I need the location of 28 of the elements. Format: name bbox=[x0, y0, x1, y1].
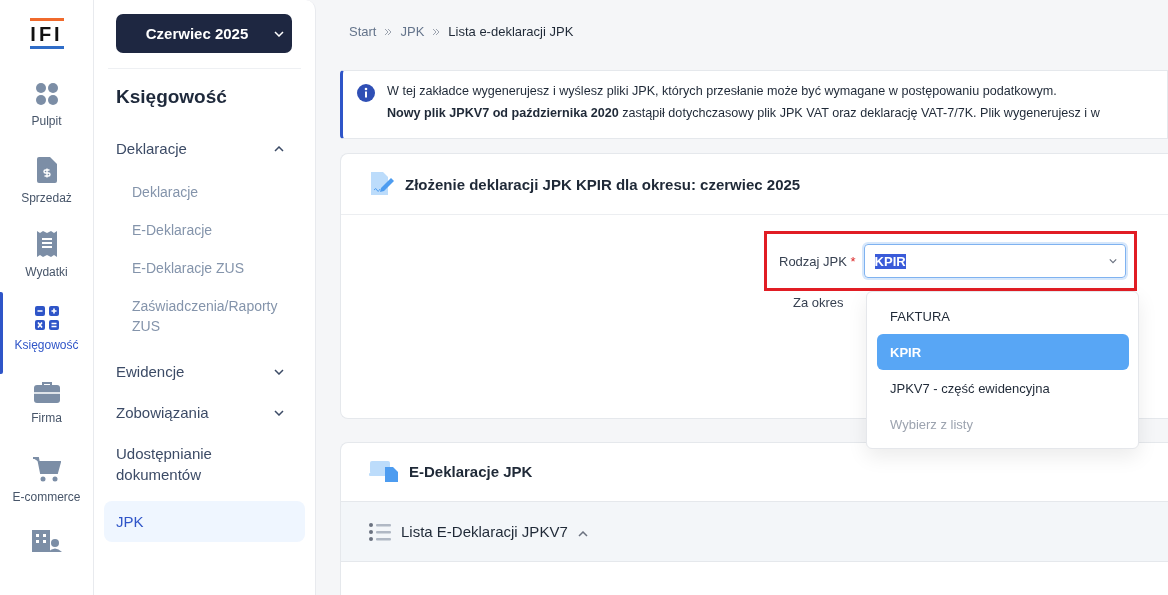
rail-nav-item[interactable]: E-commerce bbox=[0, 445, 93, 521]
sidebar-menu-item[interactable]: Zobowiązania bbox=[104, 392, 305, 433]
section-title: Lista E-Deklaracji JPKV7 bbox=[401, 523, 568, 540]
field-label: Za okres bbox=[793, 295, 844, 310]
breadcrumb-link[interactable]: JPK bbox=[400, 24, 425, 39]
period-select-button[interactable]: Czerwiec 2025 bbox=[116, 14, 292, 53]
info-text: Nowy plik JPKV7 od października 2020 zastąpił dotychczasowy plik JPK VAT oraz deklarację VAT-7/7K. Plik wygenerujesz i w bbox=[387, 106, 1100, 120]
sidebar-menu-item[interactable]: JPK bbox=[104, 501, 305, 542]
rail-nav-item[interactable]: Księgowość bbox=[0, 296, 93, 371]
sidebar-menu-item[interactable]: Deklaracje bbox=[104, 128, 305, 169]
rail-nav-item[interactable]: Firma bbox=[0, 370, 93, 446]
card-title: Złożenie deklaracji JPK KPIR dla okresu: czerwiec 2025 bbox=[405, 175, 801, 193]
sidebar-menu-item[interactable]: Ewidencje bbox=[104, 351, 305, 392]
rail-nav-item[interactable]: Pulpit bbox=[0, 72, 93, 147]
app-logo: IFI bbox=[29, 18, 64, 50]
sidebar-menu-item[interactable]: Udostępnianie dokumentów bbox=[104, 433, 305, 495]
jpk-type-select[interactable]: KPIR bbox=[863, 244, 1126, 278]
rail-nav-item[interactable]: Wydatki bbox=[0, 221, 93, 297]
section-title: Księgowość bbox=[116, 86, 228, 108]
dropdown-option[interactable]: FAKTURA bbox=[877, 298, 1129, 334]
rail-nav-item[interactable]: Sprzedaż bbox=[0, 146, 93, 222]
breadcrumb-current: Lista e-deklaracji JPK bbox=[448, 24, 574, 39]
breadcrumb-link[interactable]: Start bbox=[349, 24, 377, 39]
field-label: Rodzaj JPK * bbox=[779, 253, 856, 269]
dropdown-option[interactable]: JPKV7 - część ewidencyjna bbox=[877, 370, 1129, 406]
list-section-header[interactable]: Lista E-Deklaracji JPKV7 bbox=[341, 501, 1168, 562]
card-title: E-Deklaracje JPK bbox=[409, 462, 533, 480]
info-text: W tej zakładce wygenerujesz i wyślesz pliki JPK, których przesłanie może być wymagane w postępowaniu podatkowym. bbox=[387, 84, 1058, 98]
